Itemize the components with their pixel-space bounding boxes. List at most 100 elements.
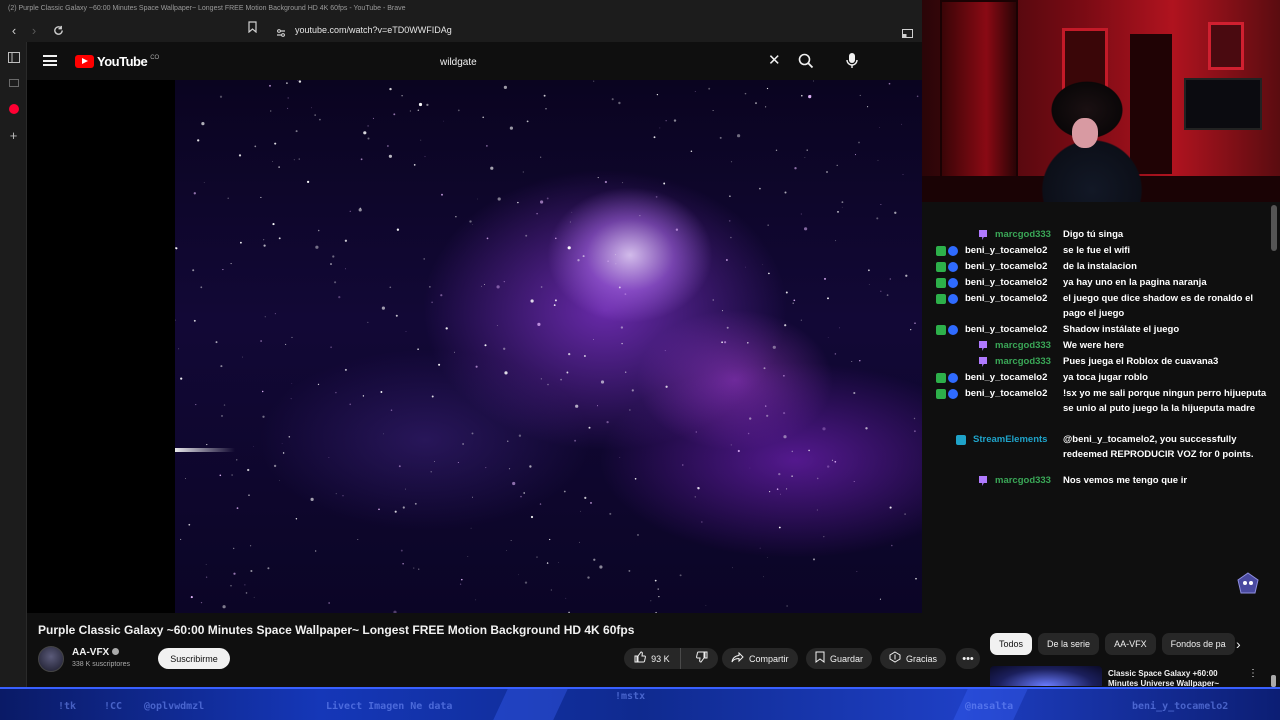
chat-badges <box>936 325 958 335</box>
site-settings-icon[interactable] <box>276 25 286 43</box>
star <box>486 145 488 147</box>
sidebar-toggle-icon[interactable] <box>0 44 27 70</box>
star <box>477 198 478 200</box>
thanks-button[interactable]: Gracias <box>880 648 947 669</box>
save-button[interactable]: Guardar <box>806 648 873 669</box>
star <box>835 240 837 242</box>
star <box>879 127 880 128</box>
youtube-tab-icon[interactable] <box>0 96 27 122</box>
youtube-logo[interactable]: YouTube CO <box>75 54 159 69</box>
star <box>565 597 567 599</box>
subscribe-button[interactable]: Suscribirme <box>158 648 230 669</box>
star <box>453 351 456 353</box>
recommended-more-icon[interactable]: ⋮ <box>1248 668 1258 679</box>
chat-text: Digo tú singa <box>1063 229 1124 240</box>
star <box>383 433 384 435</box>
star <box>558 561 559 563</box>
chip-channel[interactable]: AA-VFX <box>1105 633 1156 655</box>
chip-all[interactable]: Todos <box>990 633 1033 655</box>
purple-badge-icon <box>979 230 987 240</box>
star <box>619 457 621 458</box>
chat-username: beni_y_tocamelo2 <box>965 293 1048 304</box>
recommended-title[interactable]: Classic Space Galaxy +60:00 Minutes Univ… <box>1108 669 1238 687</box>
star <box>679 574 682 577</box>
star <box>508 468 511 470</box>
chat-username: beni_y_tocamelo2 <box>965 245 1048 256</box>
star <box>879 598 881 600</box>
star <box>310 497 314 501</box>
share-icon <box>731 651 744 666</box>
reload-icon[interactable] <box>48 20 68 40</box>
star <box>260 196 262 198</box>
star <box>910 329 912 331</box>
star <box>634 477 637 480</box>
star <box>596 405 599 407</box>
star <box>759 187 761 190</box>
star <box>606 420 609 424</box>
star <box>816 509 818 511</box>
recommended-thumbnail[interactable] <box>990 666 1102 686</box>
star <box>287 107 289 109</box>
more-actions-icon[interactable]: ••• <box>956 648 980 669</box>
star <box>332 255 335 258</box>
star <box>664 350 666 352</box>
clear-search-icon[interactable]: ✕ <box>768 53 781 68</box>
star <box>335 391 337 394</box>
forward-icon[interactable]: › <box>24 20 44 40</box>
microphone-icon[interactable] <box>845 52 861 72</box>
star <box>659 127 661 129</box>
stream-chat: marcgod333 Digo tú singa beni_y_tocamelo2 s… <box>922 202 1280 610</box>
verified-icon <box>112 648 120 655</box>
star <box>426 103 429 107</box>
bookmark-icon[interactable] <box>248 21 257 36</box>
star <box>345 268 347 270</box>
search-icon[interactable] <box>797 52 817 72</box>
star <box>525 234 528 237</box>
star <box>223 404 226 406</box>
star <box>434 461 435 462</box>
like-button[interactable]: 93 K <box>624 648 681 669</box>
purple-badge-icon <box>979 476 987 486</box>
star <box>593 558 596 561</box>
star <box>393 113 396 116</box>
tab-icon[interactable] <box>0 70 27 96</box>
chip-from-series[interactable]: De la serie <box>1038 633 1100 655</box>
star <box>367 125 369 127</box>
star <box>637 534 639 536</box>
star <box>783 374 785 377</box>
star <box>205 576 208 578</box>
star <box>631 389 634 392</box>
star <box>388 154 392 158</box>
back-icon[interactable]: ‹ <box>4 20 24 40</box>
chat-scrollbar[interactable] <box>1271 205 1277 251</box>
star <box>236 459 238 461</box>
star <box>618 286 621 289</box>
star <box>615 254 616 256</box>
star <box>546 562 549 564</box>
new-tab-icon[interactable]: + <box>0 122 27 148</box>
page-scrollbar[interactable] <box>1271 675 1276 687</box>
star <box>192 269 195 272</box>
window-icon[interactable] <box>902 25 913 43</box>
channel-name[interactable]: AA-VFX <box>72 647 120 658</box>
star <box>582 255 585 258</box>
chat-text: se le fue el wifi <box>1063 245 1131 256</box>
share-button[interactable]: Compartir <box>722 648 798 669</box>
chip-wallpapers[interactable]: Fondos de pa <box>1161 633 1235 655</box>
chevron-right-icon[interactable]: › <box>1236 636 1241 652</box>
menu-icon[interactable] <box>43 55 57 66</box>
star <box>801 94 803 97</box>
address-bar[interactable]: youtube.com/watch?v=eTD0WWFIDAg <box>295 21 452 39</box>
star <box>901 123 902 125</box>
star <box>367 137 370 140</box>
search-input[interactable]: wildgate <box>429 50 789 74</box>
channel-avatar[interactable] <box>38 646 64 672</box>
star <box>380 391 383 393</box>
chat-text: !sx yo me sali porque ningun perro hijue… <box>1063 388 1267 414</box>
star <box>701 521 703 523</box>
video-player[interactable] <box>27 80 922 613</box>
star <box>566 371 569 374</box>
dislike-button[interactable] <box>686 648 718 669</box>
save-label: Guardar <box>830 653 864 664</box>
star <box>362 395 365 397</box>
